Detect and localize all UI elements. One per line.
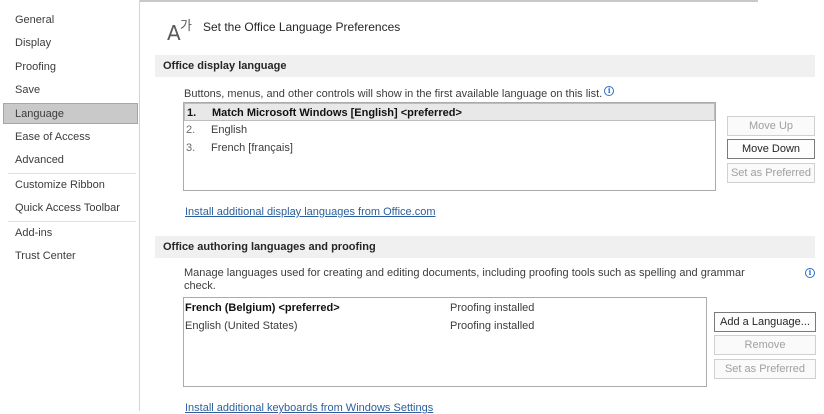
list-item-number: 3. (186, 142, 196, 154)
page-title: Set the Office Language Preferences (203, 20, 401, 34)
list-item-label: French (Belgium) <preferred> (185, 302, 340, 314)
sidebar-item-advanced[interactable]: Advanced (4, 150, 137, 171)
authoring-description-line2: check. (184, 280, 216, 292)
authoring-language-list[interactable]: French (Belgium) <preferred> Proofing in… (183, 297, 707, 387)
sidebar-divider (8, 221, 136, 222)
list-item[interactable]: French (Belgium) <preferred> Proofing in… (184, 299, 706, 317)
section-authoring-languages: Office authoring languages and proofing (155, 236, 815, 258)
language-icon: A 가 (167, 19, 192, 44)
sidebar: General Display Proofing Save Language E… (0, 0, 140, 411)
set-as-preferred-display-button[interactable]: Set as Preferred (727, 163, 815, 183)
list-item-label: English (United States) (185, 320, 298, 332)
list-item[interactable]: 3. French [français] (184, 139, 715, 157)
list-item-status: Proofing installed (450, 302, 535, 314)
sidebar-item-general[interactable]: General (4, 10, 137, 31)
list-item[interactable]: English (United States) Proofing install… (184, 317, 706, 335)
sidebar-item-quick-access-toolbar[interactable]: Quick Access Toolbar (4, 198, 137, 219)
list-item-number: 1. (187, 107, 197, 119)
list-item[interactable]: 2. English (184, 121, 715, 139)
sidebar-item-customize-ribbon[interactable]: Customize Ribbon (4, 175, 137, 196)
list-item-number: 2. (186, 124, 196, 136)
sidebar-item-ease-of-access[interactable]: Ease of Access (4, 127, 137, 148)
list-item-status: Proofing installed (450, 320, 535, 332)
window-top-border (90, 0, 758, 2)
display-language-description-text: Buttons, menus, and other controls will … (184, 88, 603, 100)
section-display-language: Office display language (155, 55, 815, 77)
remove-language-button[interactable]: Remove (714, 335, 816, 355)
set-as-preferred-authoring-button[interactable]: Set as Preferred (714, 359, 816, 379)
add-a-language-button[interactable]: Add a Language... (714, 312, 816, 332)
list-item[interactable]: 1. Match Microsoft Windows [English] <pr… (184, 103, 715, 121)
info-icon[interactable]: i (604, 86, 615, 96)
sidebar-divider (8, 173, 136, 174)
display-language-list[interactable]: 1. Match Microsoft Windows [English] <pr… (183, 102, 716, 191)
sidebar-item-proofing[interactable]: Proofing (4, 57, 137, 78)
list-item-label: French [français] (211, 142, 293, 154)
list-item-label: English (211, 124, 248, 136)
move-up-button[interactable]: Move Up (727, 116, 815, 136)
list-item-label: Match Microsoft Windows [English] <prefe… (212, 107, 462, 119)
install-keyboards-link[interactable]: Install additional keyboards from Window… (185, 402, 433, 414)
display-language-description: Buttons, menus, and other controls will … (184, 86, 615, 101)
move-down-button[interactable]: Move Down (727, 139, 815, 159)
sidebar-item-language[interactable]: Language (3, 103, 138, 124)
sidebar-item-save[interactable]: Save (4, 80, 137, 101)
sidebar-item-add-ins[interactable]: Add-ins (4, 223, 137, 244)
sidebar-item-display[interactable]: Display (4, 33, 137, 54)
svg-text:가: 가 (180, 19, 192, 34)
install-display-languages-link[interactable]: Install additional display languages fro… (185, 206, 436, 218)
authoring-description-line1: Manage languages used for creating and e… (184, 267, 745, 279)
authoring-description: Manage languages used for creating and e… (184, 267, 799, 293)
sidebar-item-trust-center[interactable]: Trust Center (4, 246, 137, 267)
info-icon[interactable]: i (805, 268, 815, 278)
svg-text:A: A (167, 21, 181, 44)
